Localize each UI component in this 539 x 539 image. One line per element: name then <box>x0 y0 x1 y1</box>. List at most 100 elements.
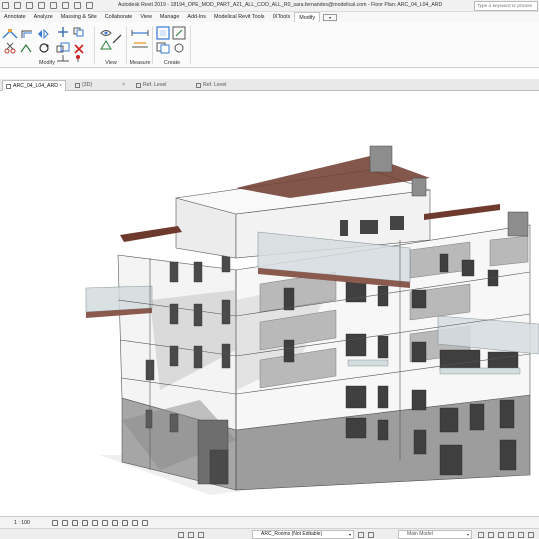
worksets-icon[interactable] <box>178 532 184 538</box>
create-parts-icon[interactable] <box>172 26 186 40</box>
ribbon-options-button[interactable]: ▾ <box>323 13 338 21</box>
window-title: Autodesk Revit 2019 - 18194_OPE_MOD_PART… <box>118 2 443 8</box>
create-group: Create <box>154 24 190 66</box>
offset-icon[interactable] <box>20 28 34 40</box>
design-option-select[interactable]: Main Model ▾ <box>398 530 472 539</box>
railing-strip-2 <box>347 359 389 367</box>
measure-group: Measure <box>128 24 152 66</box>
sync-icon[interactable] <box>358 532 364 538</box>
select-underlay-icon[interactable] <box>488 532 494 538</box>
shadows-icon[interactable] <box>82 520 88 526</box>
status-icons-mid <box>358 532 374 538</box>
save-icon[interactable] <box>14 2 21 9</box>
visual-style-icon[interactable] <box>62 520 68 526</box>
chevron-down-icon[interactable]: ▾ <box>467 531 469 538</box>
roof-slats-right <box>424 204 500 220</box>
doc-tab-ref-level-1[interactable]: Ref. Level <box>133 80 195 91</box>
balcony-left <box>85 285 153 313</box>
measure-between-icon[interactable] <box>131 28 149 38</box>
status-bar: ARC_Rooms (Not Editable) ▾ Main Model ▾ <box>0 528 539 539</box>
elevation-icon <box>196 83 201 88</box>
close-icon[interactable]: × <box>122 80 125 91</box>
tab-modify[interactable]: Modify <box>294 12 321 22</box>
floor-plan-icon <box>6 84 11 89</box>
render-icon[interactable] <box>92 520 98 526</box>
create-assembly-icon[interactable] <box>156 26 170 40</box>
print-icon[interactable] <box>50 2 57 9</box>
hide-element-icon[interactable] <box>100 28 112 38</box>
tab-modelical-revit-tools[interactable]: Modelical Revit Tools <box>210 12 269 22</box>
doc-tab-floor-plan[interactable]: ARC_04_L04_ARD × <box>2 80 66 91</box>
select-by-face-icon[interactable] <box>508 532 514 538</box>
tab-analyze[interactable]: Analyze <box>30 12 57 22</box>
status-icons-left <box>178 532 204 538</box>
3d-view-icon <box>75 83 80 88</box>
doc-tab-3d[interactable]: {3D} × <box>72 80 128 91</box>
quick-access-toolbar <box>2 2 93 9</box>
title-bar: Autodesk Revit 2019 - 18194_OPE_MOD_PART… <box>0 0 539 12</box>
show-crop-icon[interactable] <box>112 520 118 526</box>
detail-level-icon[interactable] <box>52 520 58 526</box>
building-render <box>85 145 539 495</box>
tab-ixtools[interactable]: IXTools <box>269 12 295 22</box>
reveal-hidden-icon[interactable] <box>142 520 148 526</box>
search-input[interactable] <box>475 2 537 10</box>
app-menu-icon[interactable] <box>2 2 9 9</box>
view-group: View <box>96 24 126 66</box>
tab-collaborate[interactable]: Collaborate <box>101 12 137 22</box>
measure-group-label: Measure <box>129 60 151 66</box>
similar-icon[interactable] <box>172 42 186 54</box>
ribbon-tab-bar: Annotate Analyze Massing & Site Collabor… <box>0 12 539 22</box>
active-workset-select[interactable]: ARC_Rooms (Not Editable) ▾ <box>252 530 354 539</box>
undo-icon[interactable] <box>26 2 33 9</box>
tab-massing-site[interactable]: Massing & Site <box>57 12 101 22</box>
select-links-icon[interactable] <box>478 532 484 538</box>
temporary-hide-icon[interactable] <box>132 520 138 526</box>
editable-only-icon[interactable] <box>188 532 194 538</box>
elevation-icon <box>136 83 141 88</box>
3d-viewport[interactable] <box>0 91 539 516</box>
crop-view-icon[interactable] <box>102 520 108 526</box>
text-icon[interactable] <box>86 2 93 9</box>
chevron-down-icon[interactable]: ▾ <box>349 531 351 538</box>
tab-view[interactable]: View <box>136 12 156 22</box>
override-graphics-icon[interactable] <box>100 40 112 50</box>
align-icon[interactable] <box>2 28 18 40</box>
copy-icon[interactable] <box>72 26 86 38</box>
active-workset-value: ARC_Rooms (Not Editable) <box>261 531 323 537</box>
sun-path-icon[interactable] <box>72 520 78 526</box>
redo-icon[interactable] <box>38 2 45 9</box>
unlock-view-icon[interactable] <box>122 520 128 526</box>
cut-icon[interactable] <box>4 42 16 54</box>
modify-group: Modify <box>0 24 94 66</box>
dimension-icon[interactable] <box>74 2 81 9</box>
search-box[interactable] <box>474 1 538 11</box>
mirror-icon[interactable] <box>36 28 50 40</box>
create-group-label: Create <box>163 60 181 66</box>
move-icon[interactable] <box>56 26 70 38</box>
design-options-icon[interactable] <box>198 532 204 538</box>
tab-manage[interactable]: Manage <box>156 12 183 22</box>
tab-annotate[interactable]: Annotate <box>0 12 30 22</box>
delete-icon[interactable] <box>74 44 84 54</box>
scale-icon[interactable] <box>56 42 70 54</box>
create-group-icon[interactable] <box>156 42 170 54</box>
measure-icon[interactable] <box>62 2 69 9</box>
view-control-icons <box>52 520 148 526</box>
select-pinned-icon[interactable] <box>498 532 504 538</box>
view-group-label: View <box>105 60 117 66</box>
join-icon[interactable] <box>20 42 32 54</box>
drag-elements-icon[interactable] <box>518 532 524 538</box>
ribbon-panel: Modify View Measure Create <box>0 22 539 68</box>
editing-requests-icon[interactable] <box>368 532 374 538</box>
filter-icon[interactable] <box>528 532 534 538</box>
view-control-bar: 1 : 100 <box>0 516 539 528</box>
view-scale[interactable]: 1 : 100 <box>14 520 30 526</box>
doc-tab-ref-level-2[interactable]: Ref. Level <box>193 80 255 91</box>
modify-group-label: Modify <box>39 60 55 66</box>
linework-icon[interactable] <box>112 34 122 44</box>
rotate-icon[interactable] <box>38 42 50 54</box>
tab-add-ins[interactable]: Add-Ins <box>183 12 210 22</box>
status-icons-right <box>478 532 534 538</box>
aligned-dimension-icon[interactable] <box>131 40 149 50</box>
